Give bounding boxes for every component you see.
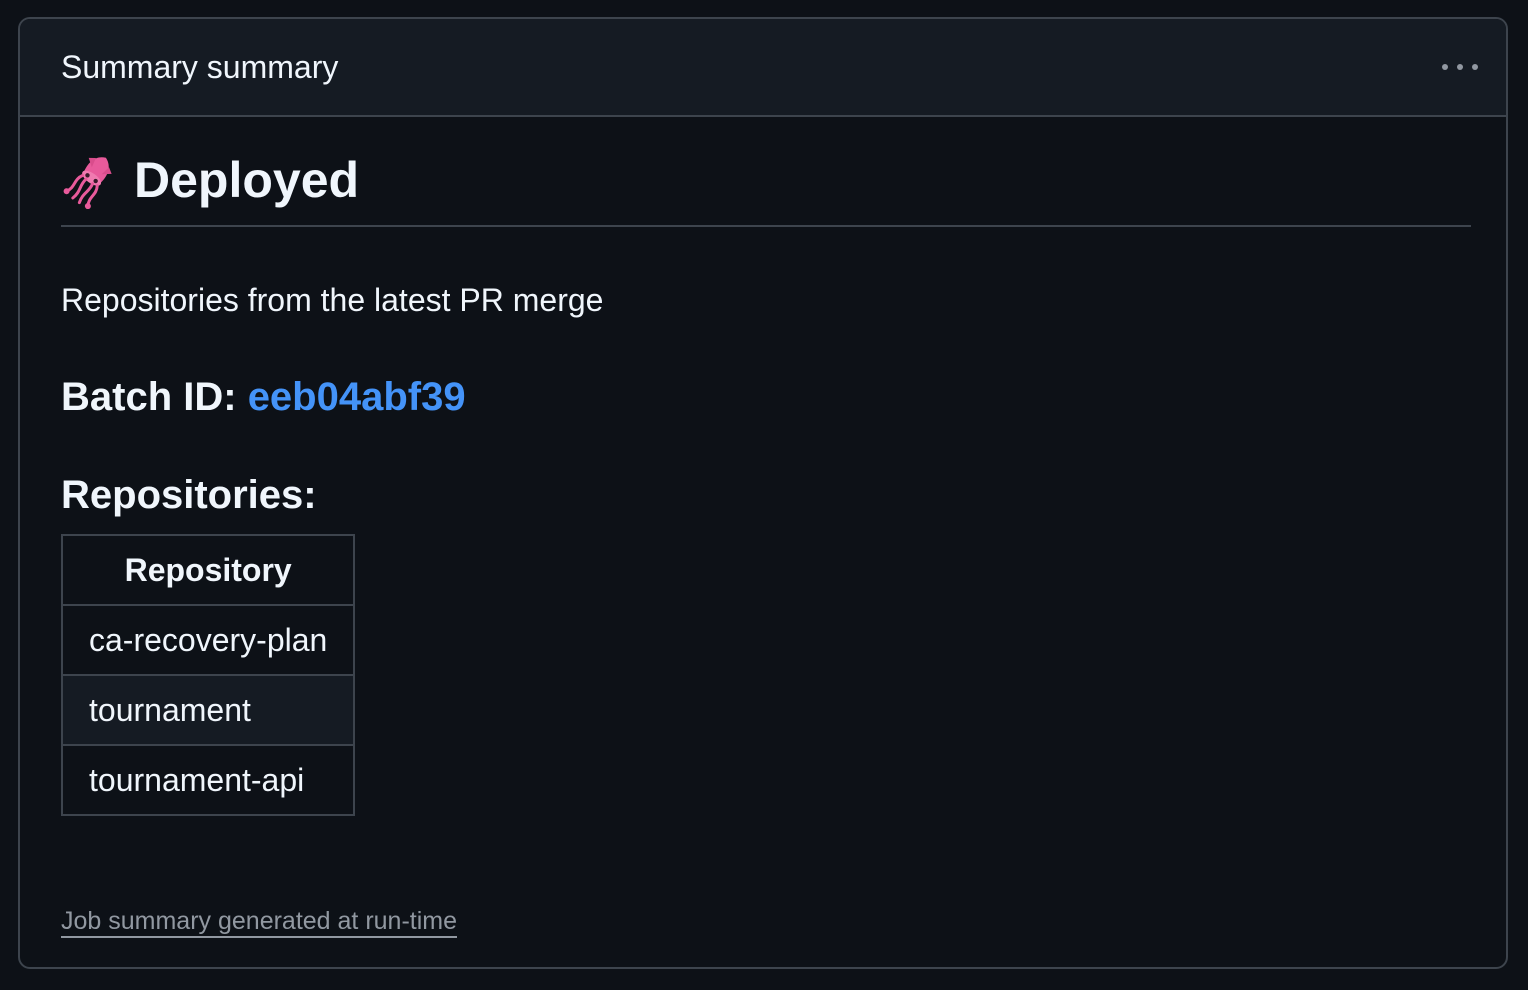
card-title: Summary summary	[61, 49, 339, 85]
description-text: Repositories from the latest PR merge	[61, 282, 604, 318]
table-cell-repository: tournament-api	[60, 744, 356, 816]
table-row: ca-recovery-plan	[60, 604, 356, 676]
table-header-repository: Repository	[60, 534, 356, 606]
table-row: tournament	[60, 674, 356, 746]
card-header: Summary summary	[20, 19, 1506, 117]
table-cell-repository: ca-recovery-plan	[60, 604, 356, 676]
deployed-heading-row: Deployed	[61, 149, 1471, 227]
batch-id-link[interactable]: eeb04abf39	[248, 375, 466, 419]
table-cell-repository: tournament	[60, 674, 356, 746]
kebab-horizontal-icon[interactable]	[1442, 55, 1478, 79]
job-summary-docs-link[interactable]: Job summary generated at run-time	[61, 906, 458, 938]
squid-emoji-icon	[63, 157, 112, 209]
batch-id-heading: Batch ID: eeb04abf39	[61, 374, 466, 420]
repositories-heading: Repositories:	[61, 473, 317, 517]
deployed-heading: Deployed	[134, 152, 360, 208]
table-row: tournament-api	[60, 744, 356, 816]
repositories-table: Repository ca-recovery-plan tournament t…	[60, 534, 356, 816]
batch-id-label: Batch ID:	[61, 375, 248, 419]
job-summary-card: Summary summary Deployed Repositories fr…	[18, 17, 1508, 969]
table-header-row: Repository	[60, 534, 356, 606]
